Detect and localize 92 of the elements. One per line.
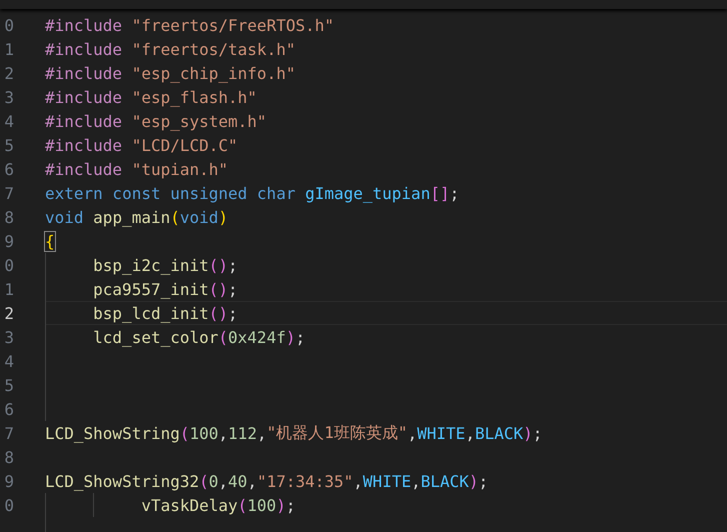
function-name: app_main	[93, 208, 170, 226]
bracket: (	[238, 496, 248, 514]
punctuation: ;	[228, 280, 238, 298]
punctuation: ;	[450, 184, 460, 202]
punctuation: ,	[411, 472, 421, 490]
bracket: )	[286, 328, 296, 346]
number-literal: 0x424f	[228, 328, 286, 346]
bracket: ()	[208, 280, 228, 298]
punctuation: ;	[295, 328, 306, 346]
punctuation: ;	[228, 304, 238, 322]
punctuation: ;	[286, 496, 296, 514]
number-literal: 0	[208, 472, 218, 490]
bracket: )	[276, 496, 286, 514]
preprocessor-directive: #include	[45, 112, 124, 130]
bracket: )	[523, 424, 533, 442]
constant-name: WHITE	[417, 424, 466, 442]
constant-name: BLACK	[474, 424, 524, 442]
line-number: 3	[3, 328, 14, 346]
string-literal: "机器人1班陈英成"	[266, 422, 408, 444]
punctuation: ,	[247, 472, 257, 490]
constant-name: WHITE	[362, 472, 412, 490]
line-number: 1	[3, 280, 14, 298]
bracket: {	[45, 232, 55, 250]
keyword: extern const unsigned char	[45, 184, 296, 202]
line-number: 6	[3, 160, 14, 178]
punctuation: ;	[228, 256, 238, 274]
string-literal: "17:34:35"	[256, 472, 354, 490]
variable-name: gImage_tupian	[305, 184, 430, 202]
preprocessor-directive: #include	[45, 136, 124, 154]
string-literal: "freertos/FreeRTOS.h"	[132, 16, 334, 34]
line-number: 4	[3, 112, 14, 130]
code-editor[interactable]	[0, 0, 727, 532]
bracket: ()	[208, 256, 228, 274]
line-number: 9	[3, 472, 14, 490]
bracket: )	[468, 472, 479, 490]
function-name: bsp_i2c_init	[93, 256, 209, 274]
number-literal: 40	[228, 472, 248, 490]
keyword: void	[45, 208, 85, 226]
punctuation: ,	[353, 472, 363, 490]
line-number: 7	[3, 184, 14, 202]
line-number: 3	[3, 88, 14, 106]
string-literal: "esp_chip_info.h"	[132, 64, 296, 82]
string-literal: "esp_system.h"	[132, 112, 267, 130]
line-number: 2	[3, 64, 14, 82]
function-name: vTaskDelay	[141, 496, 238, 514]
number-literal: 112	[228, 424, 257, 442]
bracket: ()	[208, 304, 228, 322]
line-number: 7	[3, 424, 14, 442]
function-name: LCD_ShowString32	[45, 472, 200, 490]
line-number: 8	[3, 208, 14, 226]
punctuation: ,	[218, 424, 228, 442]
bracket: )	[218, 208, 228, 226]
line-number: 6	[3, 400, 14, 418]
string-literal: "freertos/task.h"	[132, 40, 296, 58]
line-number: 9	[3, 232, 14, 250]
punctuation: ;	[532, 424, 542, 442]
bracket: (	[199, 472, 209, 490]
punctuation: ,	[408, 424, 418, 442]
line-number: 0	[3, 16, 14, 34]
bracket: (	[180, 424, 190, 442]
line-number: 5	[3, 376, 14, 394]
number-literal: 100	[247, 496, 276, 514]
preprocessor-directive: #include	[45, 64, 124, 82]
line-number: 0	[3, 496, 14, 514]
keyword: void	[180, 208, 218, 226]
function-name: bsp_lcd_init	[93, 304, 209, 322]
bracket: (	[170, 208, 180, 226]
preprocessor-directive: #include	[45, 40, 124, 58]
punctuation: ,	[465, 424, 475, 442]
string-literal: "LCD/LCD.C"	[132, 136, 238, 154]
line-number: 1	[3, 40, 14, 58]
bracket: (	[218, 328, 228, 346]
function-name: LCD_ShowString	[45, 424, 180, 442]
function-name: lcd_set_color	[93, 328, 218, 346]
line-number: 8	[3, 448, 14, 466]
line-number: 0	[3, 256, 14, 274]
string-literal: "esp_flash.h"	[132, 88, 257, 106]
preprocessor-directive: #include	[45, 16, 124, 34]
line-number: 2	[3, 304, 14, 322]
preprocessor-directive: #include	[45, 160, 124, 178]
function-name: pca9557_init	[93, 280, 209, 298]
constant-name: BLACK	[420, 472, 469, 490]
line-number: 5	[3, 136, 14, 154]
line-number: 4	[3, 352, 14, 370]
bracket: []	[430, 184, 450, 202]
punctuation: ;	[478, 472, 488, 490]
indent-guide	[93, 493, 94, 517]
preprocessor-directive: #include	[45, 88, 124, 106]
punctuation: ,	[256, 424, 267, 442]
punctuation: ,	[218, 472, 228, 490]
string-literal: "tupian.h"	[132, 160, 228, 178]
number-literal: 100	[190, 424, 218, 442]
